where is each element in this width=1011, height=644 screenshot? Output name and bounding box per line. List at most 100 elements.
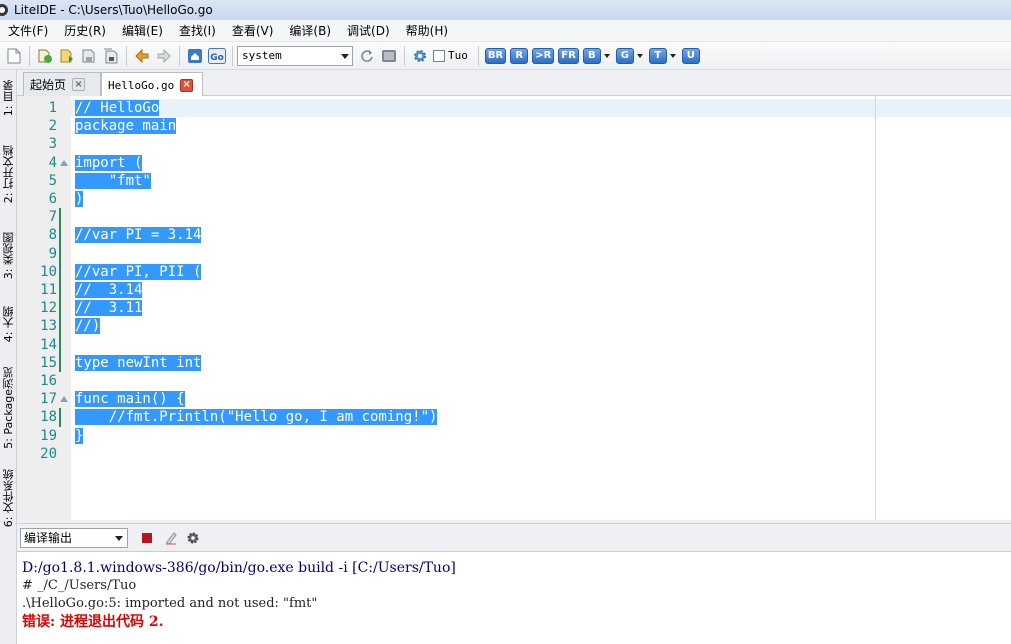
tab-start-page[interactable]: 起始页 × [23, 72, 101, 96]
line-number: 8 [48, 227, 57, 244]
output-settings-button[interactable] [183, 528, 203, 548]
save-all-icon [104, 48, 118, 63]
go-button[interactable]: Go [207, 46, 227, 66]
menu-view[interactable]: 查看(V) [224, 20, 282, 42]
clear-output-button[interactable] [161, 528, 181, 548]
menu-debug[interactable]: 调试(D) [339, 20, 398, 42]
menu-help[interactable]: 帮助(H) [398, 20, 456, 42]
test-dropdown-icon[interactable] [669, 53, 676, 58]
edit-env-button[interactable] [379, 46, 399, 66]
build-dropdown-icon[interactable] [603, 53, 610, 58]
environment-select[interactable]: system [237, 45, 353, 66]
output-error-message: .\HelloGo.go:5: imported and not used: "… [22, 596, 318, 611]
selected-code-text: // 3.14 [75, 282, 143, 298]
back-button[interactable] [132, 46, 152, 66]
environment-select-value: system [242, 48, 282, 62]
tuo-checkbox[interactable] [433, 49, 445, 62]
get-button[interactable]: G [615, 47, 634, 64]
open-file-button[interactable] [35, 46, 55, 66]
build-config-button[interactable] [410, 46, 430, 66]
line-number: 9 [48, 245, 57, 262]
code-line: // 3.11 [75, 299, 143, 317]
output-package-line: # _/C_/Users/Tuo [22, 578, 137, 593]
code-line: //var PI, PII ( [75, 263, 202, 281]
selected-code-text: // HelloGo [75, 100, 160, 116]
line-number: 10 [40, 263, 57, 280]
home-button[interactable] [185, 46, 205, 66]
line-number-gutter: 1 2 3 4 5 6 7 8 9 10 11 12 13 14 15 16 17 18 19 20 [17, 96, 71, 520]
line-number: 15 [40, 354, 57, 371]
chevron-down-icon [115, 535, 123, 541]
menu-edit[interactable]: 编辑(E) [114, 20, 171, 42]
code-line: import ( [75, 154, 143, 172]
line-number: 13 [40, 318, 57, 335]
line-number: 1 [48, 100, 57, 116]
code-line: } [75, 427, 84, 445]
close-icon[interactable]: × [72, 78, 86, 91]
save-all-button[interactable] [101, 46, 121, 66]
menu-build[interactable]: 编译(B) [281, 20, 339, 42]
stop-icon[interactable] [142, 532, 152, 543]
line-number: 16 [40, 373, 57, 389]
line-number: 2 [48, 118, 57, 135]
output-command-line: D:/go1.8.1.windows-386/go/bin/go.exe bui… [22, 560, 456, 576]
toolbar-separator [404, 45, 405, 66]
file-run-button[interactable]: FR [558, 47, 579, 64]
code-line: // 3.14 [75, 281, 143, 299]
liteide-app-icon [0, 4, 8, 16]
line-number: 18 [40, 409, 57, 426]
line-number: 5 [48, 172, 57, 189]
update-button[interactable]: U [681, 47, 700, 64]
menu-history[interactable]: 历史(R) [56, 20, 114, 42]
sidebar-tab-file-system[interactable]: 6: 文件系统 [0, 462, 17, 534]
gear-icon [187, 532, 199, 543]
toolbar-separator [232, 45, 233, 66]
build-run-button[interactable]: BR [484, 47, 507, 64]
close-icon[interactable]: × [180, 78, 194, 92]
main-toolbar: Go system Tuo BR R >R FR B G T U [0, 42, 1011, 70]
reload-env-button[interactable] [357, 46, 377, 66]
selected-code-text: } [75, 427, 84, 444]
fold-toggle-icon[interactable] [60, 159, 68, 166]
sidebar-tab-outline[interactable]: 4: 大纲 [0, 298, 17, 350]
get-dropdown-icon[interactable] [636, 53, 643, 58]
output-exit-code: 错误: 进程退出代码 2. [22, 614, 164, 630]
selected-code-text: //fmt.Println("Hello go, I am coming!") [75, 409, 438, 426]
sidebar-tab-directory[interactable]: 1: 目录 [0, 75, 17, 121]
new-file-button[interactable] [4, 46, 24, 66]
toolbar-separator [179, 45, 180, 66]
new-file-icon [7, 48, 21, 63]
menu-find[interactable]: 查找(I) [171, 20, 224, 42]
menu-bar: 文件(F) 历史(R) 编辑(E) 查找(I) 查看(V) 编译(B) 调试(D… [0, 20, 1011, 42]
line-number: 11 [40, 282, 57, 298]
line-number: 20 [40, 445, 57, 462]
run-term-button[interactable]: >R [532, 47, 555, 64]
tuo-checkbox-label: Tuo [448, 49, 468, 62]
selected-code-text: func main() { [75, 391, 185, 408]
menu-file[interactable]: 文件(F) [0, 20, 56, 42]
forward-button[interactable] [154, 46, 174, 66]
sidebar-tab-open-documents[interactable]: 2: 打开文档 [0, 136, 17, 212]
go-icon: Go [208, 47, 226, 64]
tab-hellogo[interactable]: HelloGo.go × [101, 72, 203, 97]
run-button[interactable]: R [510, 47, 529, 64]
tab-label: 起始页 [30, 78, 67, 92]
output-panel-select[interactable]: 编译输出 [20, 527, 128, 548]
window-title: LiteIDE - C:\Users\Tuo\HelloGo.go [14, 3, 213, 17]
code-line: func main() { [75, 390, 185, 408]
build-button[interactable]: B [582, 47, 601, 64]
line-number: 14 [40, 336, 57, 353]
selected-code-text: "fmt" [75, 172, 151, 189]
code-editor[interactable]: 1 2 3 4 5 6 7 8 9 10 11 12 13 14 15 16 17 18 19 20 // Hello… [17, 96, 1011, 520]
fold-toggle-icon[interactable] [60, 396, 68, 403]
build-output-panel[interactable]: D:/go1.8.1.windows-386/go/bin/go.exe bui… [17, 551, 1011, 644]
sidebar-tab-class-view[interactable]: 3: 类视图 [0, 226, 17, 286]
sidebar-tab-package-browser[interactable]: 5: Package浏览 [0, 360, 17, 456]
open-folder-button[interactable] [57, 46, 77, 66]
arrow-right-icon [157, 48, 171, 63]
environment-icon [382, 49, 396, 62]
code-line: //) [75, 317, 101, 335]
line-number: 3 [48, 136, 57, 153]
test-button[interactable]: T [648, 47, 667, 64]
save-button[interactable] [79, 46, 99, 66]
